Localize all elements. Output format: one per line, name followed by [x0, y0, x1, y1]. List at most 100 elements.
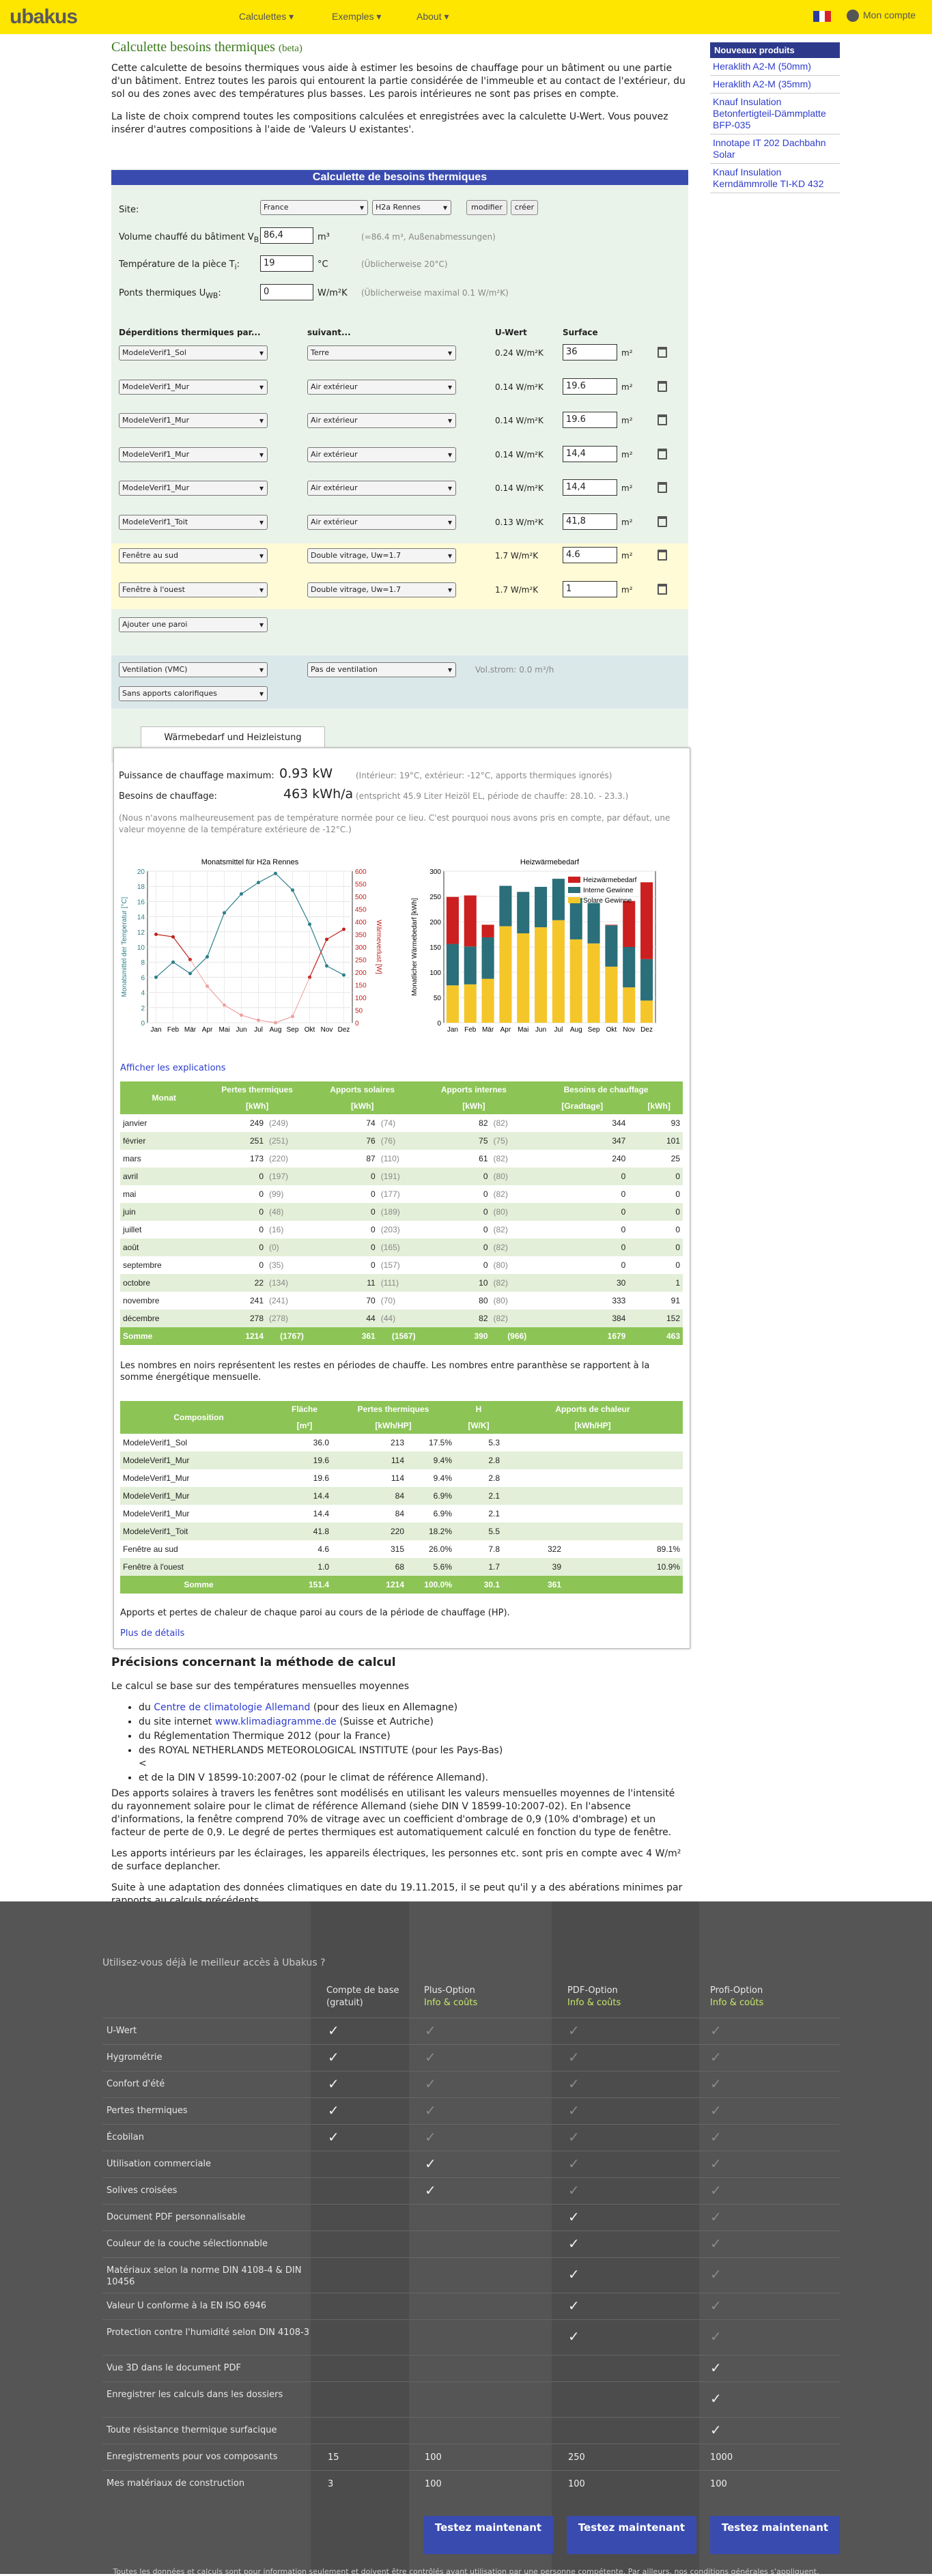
table-cell: 0: [306, 1239, 378, 1256]
sidebar-product-link[interactable]: Heraklith A2-M (50mm): [710, 58, 840, 76]
x-tick-label: Nov: [321, 1026, 333, 1034]
area-input[interactable]: 36: [563, 344, 617, 360]
bar: [587, 943, 600, 1023]
trash-icon[interactable]: [658, 347, 667, 358]
ubakus-logo[interactable]: ubakus: [10, 5, 78, 29]
trash-icon[interactable]: [658, 583, 667, 595]
trash-icon[interactable]: [658, 515, 667, 527]
nav-about[interactable]: About ▾: [416, 11, 449, 23]
klimadiagramme-link[interactable]: www.klimadiagramme.de: [215, 1716, 337, 1727]
wall-composition-select[interactable]: Fenêtre au sud: [119, 548, 268, 563]
table-cell: 0: [208, 1239, 267, 1256]
nav-exemples[interactable]: Exemples ▾: [332, 11, 381, 23]
adjacent-zone-select[interactable]: Air extérieur: [307, 514, 456, 530]
x-tick-label: Sep: [588, 1026, 600, 1034]
adjacent-zone-select[interactable]: Air extérieur: [307, 481, 456, 496]
feature-row: Protection contre l'humidité selon DIN 4…: [102, 2319, 840, 2355]
wall-composition-select[interactable]: ModeleVerif1_Mur: [119, 413, 268, 428]
feature-label: Document PDF personnalisable: [107, 2212, 246, 2222]
sidebar-product-link[interactable]: Knauf Insulation Betonfertigteil-Dämmpla…: [710, 94, 840, 135]
show-explanations-link[interactable]: Afficher les explications: [120, 1063, 226, 1073]
table-cell: 9.4%: [407, 1452, 455, 1469]
more-details-link[interactable]: Plus de détails: [120, 1628, 184, 1639]
table-row: novembre 241 (241) 70 (70) 80 (80) 333 91: [120, 1292, 683, 1310]
area-input[interactable]: 14,4: [563, 479, 617, 496]
add-wall-select[interactable]: Ajouter une paroi: [119, 617, 268, 632]
try-profi-button[interactable]: Testez maintenant: [710, 2516, 840, 2554]
x-tick-label: Feb: [464, 1026, 477, 1034]
check-icon: ✓: [568, 2328, 580, 2345]
create-site-button[interactable]: créer: [511, 200, 538, 215]
wall-composition-select[interactable]: ModeleVerif1_Mur: [119, 447, 268, 462]
table-cell: 76: [306, 1132, 378, 1150]
ventilation-type-select[interactable]: Pas de ventilation: [307, 662, 456, 677]
plus-info-link[interactable]: Info & coûts: [424, 1997, 477, 2009]
account-link[interactable]: Mon compte: [847, 10, 916, 23]
table-cell: 0: [418, 1203, 491, 1221]
thermal-bridge-unit: W/m²K: [317, 288, 348, 298]
u-value: 0.14 W/m²K: [495, 483, 543, 493]
wall-composition-select[interactable]: ModeleVerif1_Mur: [119, 481, 268, 496]
table-cell: 89.1%: [656, 1544, 680, 1554]
city-select[interactable]: H2a Rennes: [372, 200, 451, 215]
table-cell: 251: [208, 1132, 267, 1150]
table-cell: 2.1: [455, 1487, 503, 1505]
area-unit: m²: [621, 517, 633, 527]
trash-icon[interactable]: [658, 550, 667, 561]
trash-icon[interactable]: [658, 380, 667, 392]
adjacent-zone-select[interactable]: Air extérieur: [307, 379, 456, 395]
wall-composition-select[interactable]: ModeleVerif1_Toit: [119, 514, 268, 530]
table-cell: 0: [259, 1189, 264, 1199]
dwd-link[interactable]: Centre de climatologie Allemand: [154, 1702, 310, 1713]
tab-heat-demand[interactable]: Wärmebedarf und Heizleistung: [141, 726, 325, 748]
nav-calculettes[interactable]: Calculettes ▾: [239, 11, 294, 23]
feature-count: 250: [568, 2452, 585, 2463]
table-cell: 5.6%: [407, 1558, 455, 1576]
check-icon: ✓: [710, 2022, 722, 2039]
adjacent-zone-select[interactable]: Terre: [307, 345, 456, 360]
thermal-bridge-input[interactable]: 0: [260, 284, 313, 300]
ventilation-select[interactable]: Ventilation (VMC): [119, 662, 268, 677]
adjacent-zone-select[interactable]: Double vitrage, Uw=1.7: [307, 548, 456, 563]
adjacent-zone-select[interactable]: Double vitrage, Uw=1.7: [307, 582, 456, 597]
area-input[interactable]: 4.6: [563, 547, 617, 563]
try-pdf-button[interactable]: Testez maintenant: [567, 2516, 696, 2554]
volume-input[interactable]: 86,4: [260, 227, 313, 244]
country-select[interactable]: France: [260, 200, 368, 215]
sidebar-product-link[interactable]: Heraklith A2-M (35mm): [710, 76, 840, 94]
area-input[interactable]: 19.6: [563, 412, 617, 428]
unit: [W/K]: [455, 1417, 503, 1434]
sidebar-product-link[interactable]: Knauf Insulation Kerndämmrolle TI-KD 432: [710, 164, 840, 193]
trash-icon[interactable]: [658, 414, 667, 425]
wall-composition-select[interactable]: ModeleVerif1_Mur: [119, 379, 268, 395]
french-flag-icon[interactable]: [813, 11, 832, 22]
table-cell: [564, 1523, 683, 1540]
adjacent-zone-select[interactable]: Air extérieur: [307, 447, 456, 462]
trash-icon[interactable]: [658, 482, 667, 493]
wall-composition-select[interactable]: Fenêtre à l'ouest: [119, 582, 268, 597]
table-cell: juillet: [123, 1225, 142, 1234]
area-input[interactable]: 1: [563, 580, 617, 597]
heat-demand-chart: Heizwärmebedarf 0 50 100 150 200 250 300 Monatli…: [411, 858, 656, 1034]
area-input[interactable]: 41,8: [563, 513, 617, 530]
modify-site-button[interactable]: modifier: [466, 200, 507, 215]
profi-info-link[interactable]: Info & coûts: [710, 1997, 763, 2009]
table-cell: 0: [418, 1239, 491, 1256]
heat-gains-select[interactable]: Sans apports calorifiques: [119, 686, 268, 701]
table-cell: 6.9%: [407, 1487, 455, 1505]
area-input[interactable]: 19.6: [563, 378, 617, 395]
x-tick-label: Mai: [218, 1026, 229, 1034]
table-cell: 18.2%: [407, 1523, 455, 1540]
method-internal: Les apports intérieurs par les éclairage…: [111, 1848, 681, 1872]
pdf-info-link[interactable]: Info & coûts: [567, 1997, 621, 2009]
try-plus-button[interactable]: Testez maintenant: [423, 2516, 553, 2554]
table-cell: janvier: [123, 1118, 147, 1128]
bar: [587, 903, 600, 944]
wall-composition-select[interactable]: ModeleVerif1_Sol: [119, 345, 268, 360]
temperature-input[interactable]: 19: [260, 255, 313, 272]
sidebar-product-link[interactable]: Innotape IT 202 Dachbahn Solar: [710, 135, 840, 164]
trash-icon[interactable]: [658, 448, 667, 459]
table-cell: décembre: [120, 1310, 208, 1327]
adjacent-zone-select[interactable]: Air extérieur: [307, 413, 456, 428]
area-input[interactable]: 14,4: [563, 445, 617, 462]
